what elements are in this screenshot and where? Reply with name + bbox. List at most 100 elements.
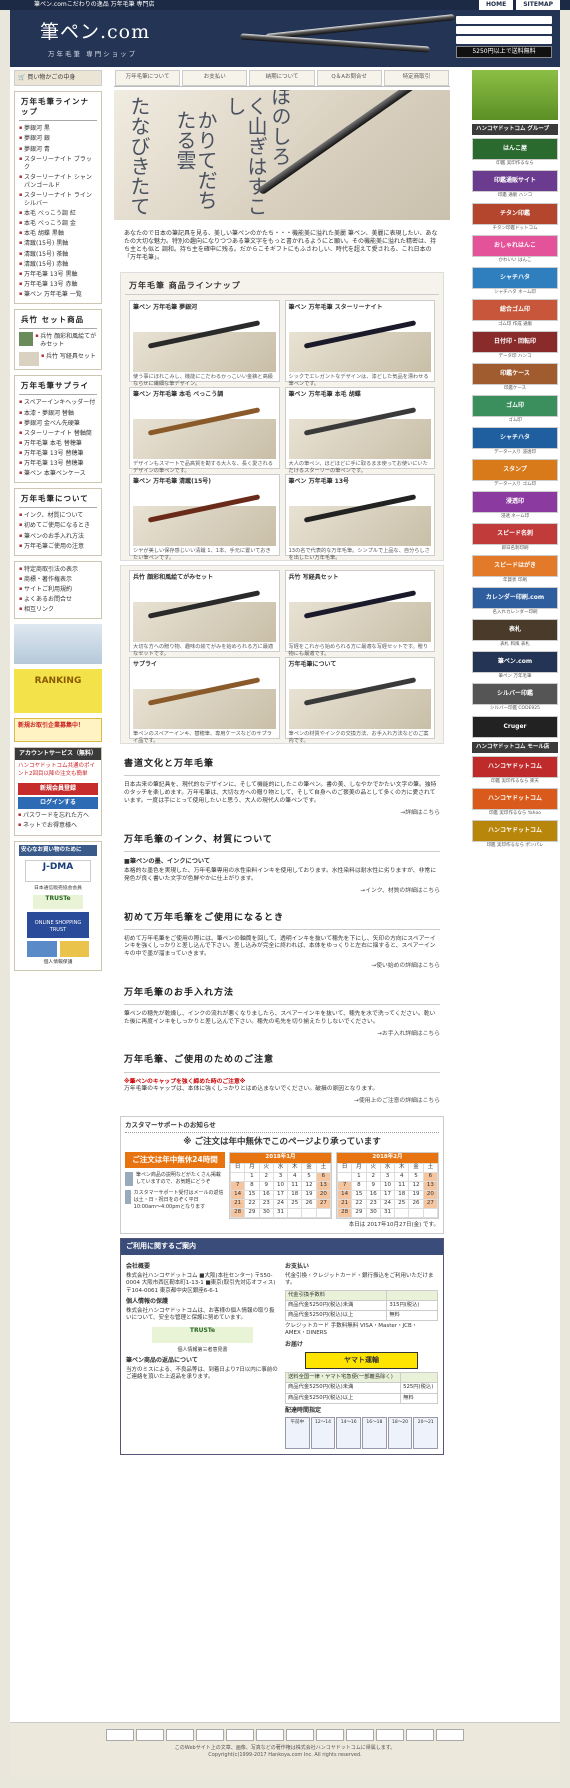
footer-partner-logo[interactable] [166,1729,194,1741]
supply-menu-item[interactable]: 万年毛筆 本毛 替穂筆 [19,439,97,449]
product-card-title[interactable]: 筆ペン 万年毛筆 清蹴(15号) [133,478,276,489]
partner-banner[interactable]: シルバー印鑑 [472,683,558,706]
info-menu-item[interactable]: 特定商取引法の表示 [19,565,97,575]
article-more-link[interactable]: →インク、材質の詳細はこちら [124,888,440,896]
article-more-link[interactable]: →使用上のご注意の詳細はこちら [124,1098,440,1106]
nav-faq[interactable]: Q＆Aお問合せ [316,70,382,86]
info-menu-item[interactable]: 相互リンク [19,605,97,615]
footer-partner-logo[interactable] [376,1729,404,1741]
partner-banner[interactable]: 総合ゴム印 [472,298,558,321]
product-card[interactable]: 筆ペン 万年毛筆 13号 13の名で代表的な万年毛筆。シンプルで上品な、自分らしさ… [284,474,435,561]
partner-banner[interactable]: 印鑑通販サイト [472,170,558,193]
about-menu-item[interactable]: 筆ペンのお手入れ方法 [19,532,97,542]
lineup-menu-item[interactable]: 清蹴(15号) 赤軸 [19,260,97,270]
category-card-image[interactable] [133,590,276,643]
lineup-menu-item[interactable]: 清蹴(15号) 茶軸 [19,250,97,260]
product-card[interactable]: 筆ペン 万年毛筆 夢銀河 使う事にほれこみし、機能にこだわるかっこいい金鋏と高級な… [129,300,280,387]
contact-banner[interactable] [14,624,102,665]
partner-banner[interactable]: チタン印鑑 [472,202,558,225]
supply-menu-item[interactable]: スターリーナイト 替軸筒 [19,429,97,439]
category-card-title[interactable]: 兵竹 写経具セット [289,574,432,585]
partner-banner[interactable]: カレンダー印刷.com [472,587,558,610]
category-card-image[interactable] [133,677,276,730]
category-card-title[interactable]: サプライ [133,661,276,672]
info-menu-item[interactable]: 商標・著作権表示 [19,575,97,585]
category-card[interactable]: 万年毛筆について 筆ペンの材質やインクの交換方法、お手入れ方法などのご案内です。 [284,657,435,744]
partner-banner[interactable]: ハンコヤドットコム [472,755,558,778]
lineup-menu-item[interactable]: 筆ペン 万年毛筆 一覧 [19,290,97,300]
footer-partner-logo[interactable] [436,1729,464,1741]
category-card[interactable]: 兵竹 写経具セット 写経をこれから始められる方に最適な写経セットです。贈り物にも最… [284,570,435,657]
lineup-menu-item[interactable]: 夢銀河 青 [19,145,97,155]
info-menu-item[interactable]: サイトご利用規約 [19,585,97,595]
product-card-image[interactable] [288,407,431,460]
supply-menu-item[interactable]: 夢銀河 金べん先硬筆 [19,419,97,429]
lineup-menu-item[interactable]: スターリーナイト ブラック [19,155,97,173]
product-card-title[interactable]: 筆ペン 万年毛筆 本毛 胡蝶 [289,391,432,402]
product-card-image[interactable] [133,407,276,460]
lineup-menu-item[interactable]: 夢銀河 黒 [19,124,97,134]
register-button[interactable]: 新規会員登録 [18,783,98,796]
footer-partner-logo[interactable] [406,1729,434,1741]
nav-payment[interactable]: お支払い [182,70,248,86]
partner-banner[interactable]: シャチハタ [472,266,558,289]
product-card[interactable]: 筆ペン 万年毛筆 本毛 べっこう調 デザインもスマートで品高質を勘する大人な、長く… [129,387,280,474]
lineup-menu-item[interactable]: スターリーナイト ラインシルバー [19,191,97,209]
nav-legal[interactable]: 特定商取引 [383,70,450,86]
product-card[interactable]: 筆ペン 万年毛筆 スターリーナイト シックでエレガントなデザインは、漆どした気品を… [284,300,435,387]
product-card-image[interactable] [133,494,276,547]
ranking-banner[interactable]: RANKING [14,669,102,714]
nav-delivery[interactable]: 納期について [249,70,315,86]
new-partner-banner[interactable]: 新規お取引企業募集中！ [14,718,102,743]
hankoya-banner[interactable] [472,70,558,120]
category-card-title[interactable]: 兵竹 顔彩和風絵てがみセット [133,574,276,585]
about-menu-item[interactable]: 初めてご使用になるとき [19,521,97,531]
partner-banner[interactable]: Cruger [472,715,558,738]
product-card-title[interactable]: 筆ペン 万年毛筆 本毛 べっこう調 [133,391,276,402]
about-menu-item[interactable]: 万年毛筆ご使用の注意 [19,542,97,552]
footer-partner-logo[interactable] [106,1729,134,1741]
nav-about[interactable]: 万年毛筆について [115,70,181,86]
partner-banner[interactable]: スタンプ [472,459,558,482]
partner-banner[interactable]: 浸透印 [472,491,558,514]
partner-banner[interactable]: 印鑑ケース [472,362,558,385]
supply-menu-item[interactable]: スペアーインキヘッダー付 [19,398,97,408]
partner-banner[interactable]: ゴム印 [472,394,558,417]
category-card-image[interactable] [288,590,431,643]
home-link[interactable]: HOME [479,0,514,10]
partner-banner[interactable]: 筆ペン.com [472,651,558,674]
partner-banner[interactable]: おしゃれはんこ [472,234,558,257]
sitemap-link[interactable]: SITEMAP [516,0,560,10]
footer-partner-logo[interactable] [286,1729,314,1741]
product-card-image[interactable] [133,320,276,373]
footer-partner-logo[interactable] [316,1729,344,1741]
footer-partner-logo[interactable] [196,1729,224,1741]
partner-banner[interactable]: シャチハタ [472,426,558,449]
partner-banner[interactable]: スピードはがき [472,555,558,578]
supply-menu-item[interactable]: 万年毛筆 13号 替穂筆 [19,459,97,469]
partner-banner[interactable]: ハンコヤドットコム [472,788,558,811]
site-logo[interactable]: 筆ペン.com [40,20,150,46]
set-item[interactable]: 兵竹 顔彩和風絵てがみセット [35,332,97,350]
product-card-image[interactable] [288,494,431,547]
partner-banner[interactable]: はんこ屋 [472,138,558,161]
article-more-link[interactable]: →使い始めの詳細はこちら [124,963,440,971]
lineup-menu-item[interactable]: 夢銀河 銀 [19,134,97,144]
supply-menu-item[interactable]: 筆ペン 本筆ペンケース [19,469,97,479]
category-card[interactable]: 兵竹 顔彩和風絵てがみセット 大切な方への贈り物、趣味の絵てがみを始められる方に最… [129,570,280,657]
lineup-menu-item[interactable]: 万年毛筆 13号 赤軸 [19,280,97,290]
login-button[interactable]: ログインする [18,797,98,810]
info-menu-item[interactable]: よくあるお問合せ [19,595,97,605]
regular-customer-link[interactable]: ネットでお得意様へ [18,821,98,831]
about-menu-item[interactable]: インク、材質について [19,511,97,521]
lineup-menu-item[interactable]: 万年毛筆 13号 黒軸 [19,270,97,280]
footer-partner-logo[interactable] [346,1729,374,1741]
product-card-title[interactable]: 筆ペン 万年毛筆 13号 [289,478,432,489]
lineup-menu-item[interactable]: 本毛 べっこう調 紅 [19,209,97,219]
article-more-link[interactable]: →お手入れ詳細はこちら [124,1031,440,1039]
product-card-title[interactable]: 筆ペン 万年毛筆 夢銀河 [133,304,276,315]
partner-banner[interactable]: ハンコヤドットコム [472,820,558,843]
supply-menu-item[interactable]: 本漆・夢銀河 替軸 [19,409,97,419]
article-more-link[interactable]: →詳細はこちら [124,810,440,818]
lineup-menu-item[interactable]: 清蹴(15号) 黒軸 [19,239,97,249]
